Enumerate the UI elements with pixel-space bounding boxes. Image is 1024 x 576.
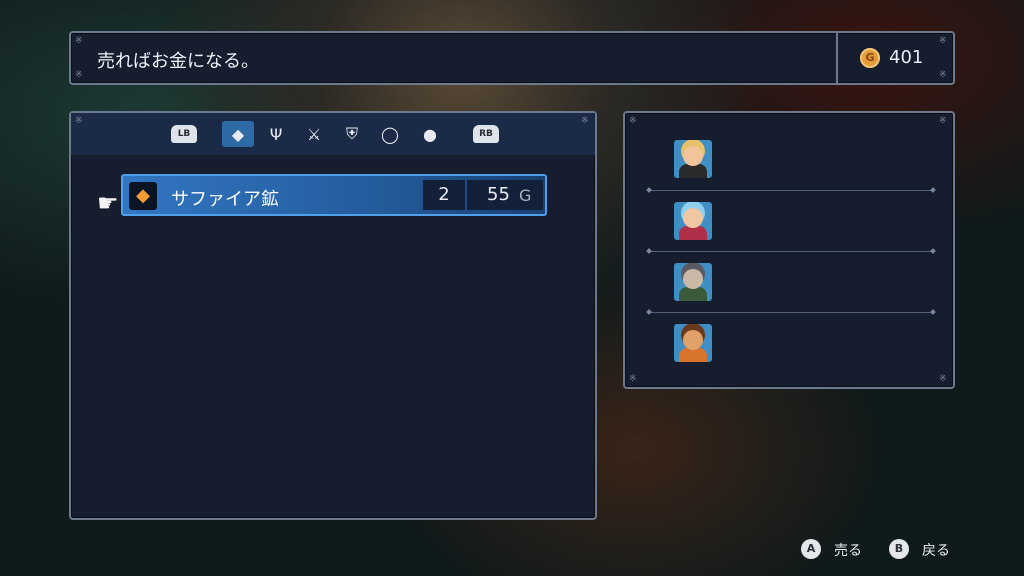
pointing-hand-cursor-icon: ☛ [97,189,119,217]
a-button-icon[interactable]: A [801,539,821,559]
fork-icon: Ψ [269,124,283,144]
tab-fork[interactable]: Ψ [261,121,291,147]
item-price: 55 [487,184,510,205]
category-tab-bar: ※ ※ LB ◆ Ψ ⚔ ⛨ ◯ ● RB [71,113,595,155]
portrait-body [679,164,707,178]
shield-icon: ⛨ [345,124,358,143]
message-text: 売ればお金になる。 [97,51,259,72]
item-list-panel: ※ ※ LB ◆ Ψ ⚔ ⛨ ◯ ● RB ☛ ◆ サファイア鉱 2 55 G [69,111,597,520]
corner-ornament-icon: ※ [939,116,947,126]
corner-ornament-icon: ※ [629,116,637,126]
portrait-body [679,287,707,301]
back-hint-label: 戻る [922,543,950,559]
corner-ornament-icon: ※ [939,36,947,46]
sword-icon: ⚔ [306,124,322,144]
party-portrait-1[interactable] [674,140,712,178]
divider [836,33,838,83]
item-quantity: 2 [438,184,450,205]
message-panel: ※ ※ ※ ※ 売ればお金になる。 G 401 [69,31,955,85]
party-portrait-4[interactable] [674,324,712,362]
lb-bumper-button[interactable]: LB [171,125,197,143]
gold-coin-icon: G [860,48,880,68]
portrait-head [683,269,703,289]
party-portrait-2[interactable] [674,202,712,240]
corner-ornament-icon: ※ [75,116,83,126]
corner-ornament-icon: ※ [75,36,83,46]
tab-food[interactable]: ● [415,121,445,147]
sapphire-gem-icon: ◆ [129,182,157,210]
tab-sword[interactable]: ⚔ [299,121,329,147]
party-separator [651,251,931,252]
corner-ornament-icon: ※ [939,70,947,80]
b-button-icon[interactable]: B [889,539,909,559]
party-separator [651,190,931,191]
corner-ornament-icon: ※ [629,374,637,384]
portrait-body [679,226,707,240]
party-separator [651,312,931,313]
apple-icon: ● [423,124,437,144]
corner-ornament-icon: ※ [75,70,83,80]
portrait-head [683,208,703,228]
tab-shield[interactable]: ⛨ [337,121,367,147]
price-cell: 55 G [467,180,543,210]
item-row-selected[interactable]: ◆ サファイア鉱 2 55 G [121,174,547,216]
rb-bumper-button[interactable]: RB [473,125,499,143]
quantity-cell: 2 [423,180,465,210]
sell-hint-label: 売る [834,543,862,559]
ring-icon: ◯ [381,124,399,144]
party-panel: ※ ※ ※ ※ [623,111,955,389]
gem-icon: ◆ [231,124,245,144]
gold-amount: 401 [889,47,924,68]
corner-ornament-icon: ※ [581,116,589,126]
tab-gem[interactable]: ◆ [222,121,254,147]
portrait-head [683,146,703,166]
party-portrait-3[interactable] [674,263,712,301]
portrait-head [683,330,703,350]
price-unit: G [519,186,532,205]
portrait-body [679,348,707,362]
tab-ring[interactable]: ◯ [375,121,405,147]
corner-ornament-icon: ※ [939,374,947,384]
item-name: サファイア鉱 [171,189,279,210]
